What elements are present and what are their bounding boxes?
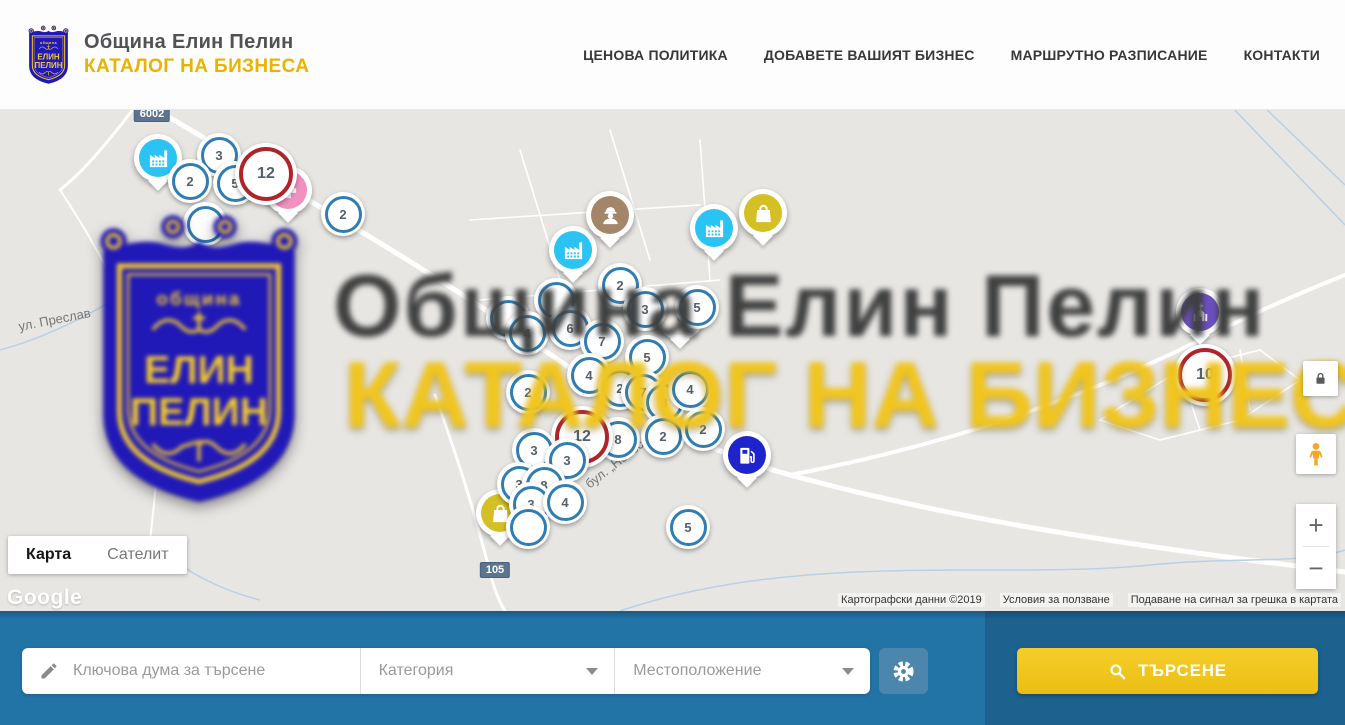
category-select[interactable]: Категория [360, 648, 615, 694]
map-zoom-control: + − [1296, 504, 1336, 589]
cluster-count: 4 [672, 371, 709, 408]
cluster-marker[interactable]: 2 [321, 192, 365, 236]
fuel-pump-icon [736, 444, 759, 467]
terms-of-use-link[interactable]: Условия за ползване [1000, 593, 1113, 607]
cluster-count [510, 509, 547, 546]
cluster-marker[interactable]: 2 [641, 414, 685, 458]
cluster-count: 3 [627, 291, 664, 328]
page: община ЕЛИН ПЕЛИН Община Елин Пелин КАТА… [0, 0, 1345, 725]
search-fields: Категория Местоположение [22, 648, 870, 694]
cluster-marker[interactable]: 2 [168, 159, 212, 203]
cluster-marker[interactable]: 2 [506, 370, 550, 414]
location-select[interactable]: Местоположение [614, 648, 870, 694]
pencil-icon [39, 661, 59, 681]
worker-pin[interactable] [586, 191, 634, 239]
site-title: Община Елин Пелин [84, 31, 309, 54]
advanced-settings-button[interactable] [879, 648, 928, 694]
nav-item-add-your-business[interactable]: ДОБАВЕТЕ ВАШИЯТ БИЗНЕС [764, 47, 975, 63]
zoom-in-button[interactable]: + [1296, 504, 1336, 546]
map-data-attribution: Картографски данни ©2019 [838, 593, 985, 607]
crest-word: община [40, 40, 58, 44]
chevron-down-icon [586, 668, 598, 675]
factory-icon [703, 217, 726, 240]
factory-pin[interactable] [549, 226, 597, 274]
cluster-marker[interactable]: 5 [666, 505, 710, 549]
map-canvas[interactable]: 6002 105 ул. Преслав бул. „Новосел 32512… [0, 110, 1345, 611]
cluster-count: 2 [325, 196, 362, 233]
shopping-bag-icon [752, 202, 775, 225]
factory-icon [147, 147, 170, 170]
site-subtitle: КАТАЛОГ НА БИЗНЕСА [84, 56, 309, 78]
cluster-count: 2 [172, 163, 209, 200]
fuel-pump-pin[interactable] [723, 431, 771, 479]
cluster-count: 2 [510, 374, 547, 411]
keyword-field[interactable] [22, 648, 360, 694]
lock-icon [1313, 371, 1328, 386]
cluster-marker[interactable]: 3 [623, 287, 667, 331]
cluster-marker[interactable]: 10 [1174, 344, 1236, 406]
cluster-marker[interactable]: 12 [235, 143, 297, 205]
cluster-marker[interactable]: 4 [668, 367, 712, 411]
category-select-label: Категория [361, 662, 454, 680]
cluster-count: 5 [670, 509, 707, 546]
pegman-icon [1303, 441, 1329, 467]
map-type-control: Карта Сателит [8, 536, 187, 574]
nav-item-route-schedule[interactable]: МАРШРУТНО РАЗПИСАНИЕ [1011, 47, 1208, 63]
map-attribution: Картографски данни ©2019 Условия за ползв… [838, 593, 1341, 607]
cluster-marker[interactable]: 4 [505, 311, 549, 355]
factory-pin[interactable] [690, 204, 738, 252]
report-map-error-link[interactable]: Подаване на сигнал за грешка в картата [1128, 593, 1341, 607]
site-brand[interactable]: община ЕЛИН ПЕЛИН Община Елин Пелин КАТА… [25, 24, 309, 86]
map-markers-layer: 325122235467542278482212333834510 [0, 110, 1345, 611]
map-type-satellite-button[interactable]: Сателит [89, 536, 186, 574]
nav-item-contacts[interactable]: КОНТАКТИ [1244, 47, 1320, 63]
gear-icon [891, 659, 916, 684]
crest-name-line1: ЕЛИН [37, 52, 60, 61]
cluster-marker[interactable] [183, 202, 227, 246]
cluster-count: 2 [645, 418, 682, 455]
cluster-count: 2 [685, 411, 722, 448]
street-view-pegman-button[interactable] [1296, 434, 1336, 474]
factory-icon [562, 239, 585, 262]
church-icon [1189, 301, 1212, 324]
map-type-map-button[interactable]: Карта [8, 536, 89, 574]
location-select-label: Местоположение [615, 662, 761, 680]
chevron-down-icon [842, 668, 854, 675]
crest-name-line2: ПЕЛИН [35, 61, 63, 70]
cluster-marker[interactable]: 2 [681, 407, 725, 451]
site-header: община ЕЛИН ПЕЛИН Община Елин Пелин КАТА… [0, 0, 1345, 110]
keyword-input[interactable] [71, 661, 360, 681]
cluster-marker[interactable] [506, 505, 550, 549]
main-nav: ЦЕНОВА ПОЛИТИКА ДОБАВЕТЕ ВАШИЯТ БИЗНЕС МАР… [583, 47, 1320, 63]
nav-item-pricing-policy[interactable]: ЦЕНОВА ПОЛИТИКА [583, 47, 728, 63]
church-pin[interactable] [1176, 288, 1224, 336]
cluster-count: 4 [547, 484, 584, 521]
cluster-count: 4 [509, 315, 546, 352]
shopping-bag-pin[interactable] [739, 189, 787, 237]
cluster-count: 5 [679, 289, 716, 326]
cluster-count: 10 [1178, 348, 1232, 402]
cluster-marker[interactable]: 4 [543, 480, 587, 524]
search-bar: Категория Местоположение ТЪРСЕНЕ [0, 611, 1345, 725]
search-button-label: ТЪРСЕНЕ [1138, 661, 1227, 681]
google-logo[interactable]: Google [7, 586, 82, 610]
cluster-count: 12 [239, 147, 293, 201]
cluster-count [187, 206, 224, 243]
fullscreen-lock-button[interactable] [1303, 361, 1338, 396]
municipality-crest-logo: община ЕЛИН ПЕЛИН [25, 24, 72, 86]
search-button[interactable]: ТЪРСЕНЕ [1017, 648, 1318, 694]
search-icon [1108, 662, 1127, 681]
worker-icon [599, 204, 622, 227]
zoom-out-button[interactable]: − [1296, 547, 1336, 589]
cluster-marker[interactable]: 5 [675, 285, 719, 329]
